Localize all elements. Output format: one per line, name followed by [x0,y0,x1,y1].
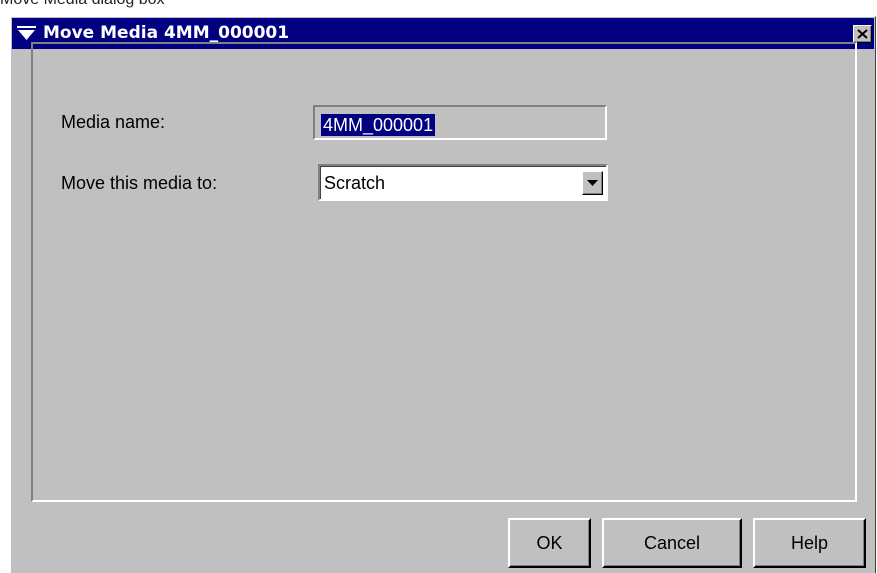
media-name-value[interactable]: 4MM_000001 [321,114,436,136]
media-name-label: Media name: [61,112,166,132]
window-menu-icon[interactable] [17,26,36,41]
media-name-field[interactable]: 4MM_000001 [313,105,607,140]
caption-strip: Move Media dialog box [0,0,877,16]
cancel-button[interactable]: Cancel [602,518,742,568]
close-button[interactable] [853,25,872,43]
move-to-select[interactable]: Scratch [318,164,608,201]
ok-button[interactable]: OK [508,518,591,568]
move-to-selected-value: Scratch [324,173,386,193]
window-title: Move Media 4MM_000001 [43,23,290,43]
move-to-label: Move this media to: [61,173,218,193]
help-button[interactable]: Help [753,518,866,568]
dropdown-button[interactable] [582,171,603,195]
move-media-dialog: Move Media 4MM_000001 [10,16,876,573]
caption-text: Move Media dialog box [0,0,165,10]
